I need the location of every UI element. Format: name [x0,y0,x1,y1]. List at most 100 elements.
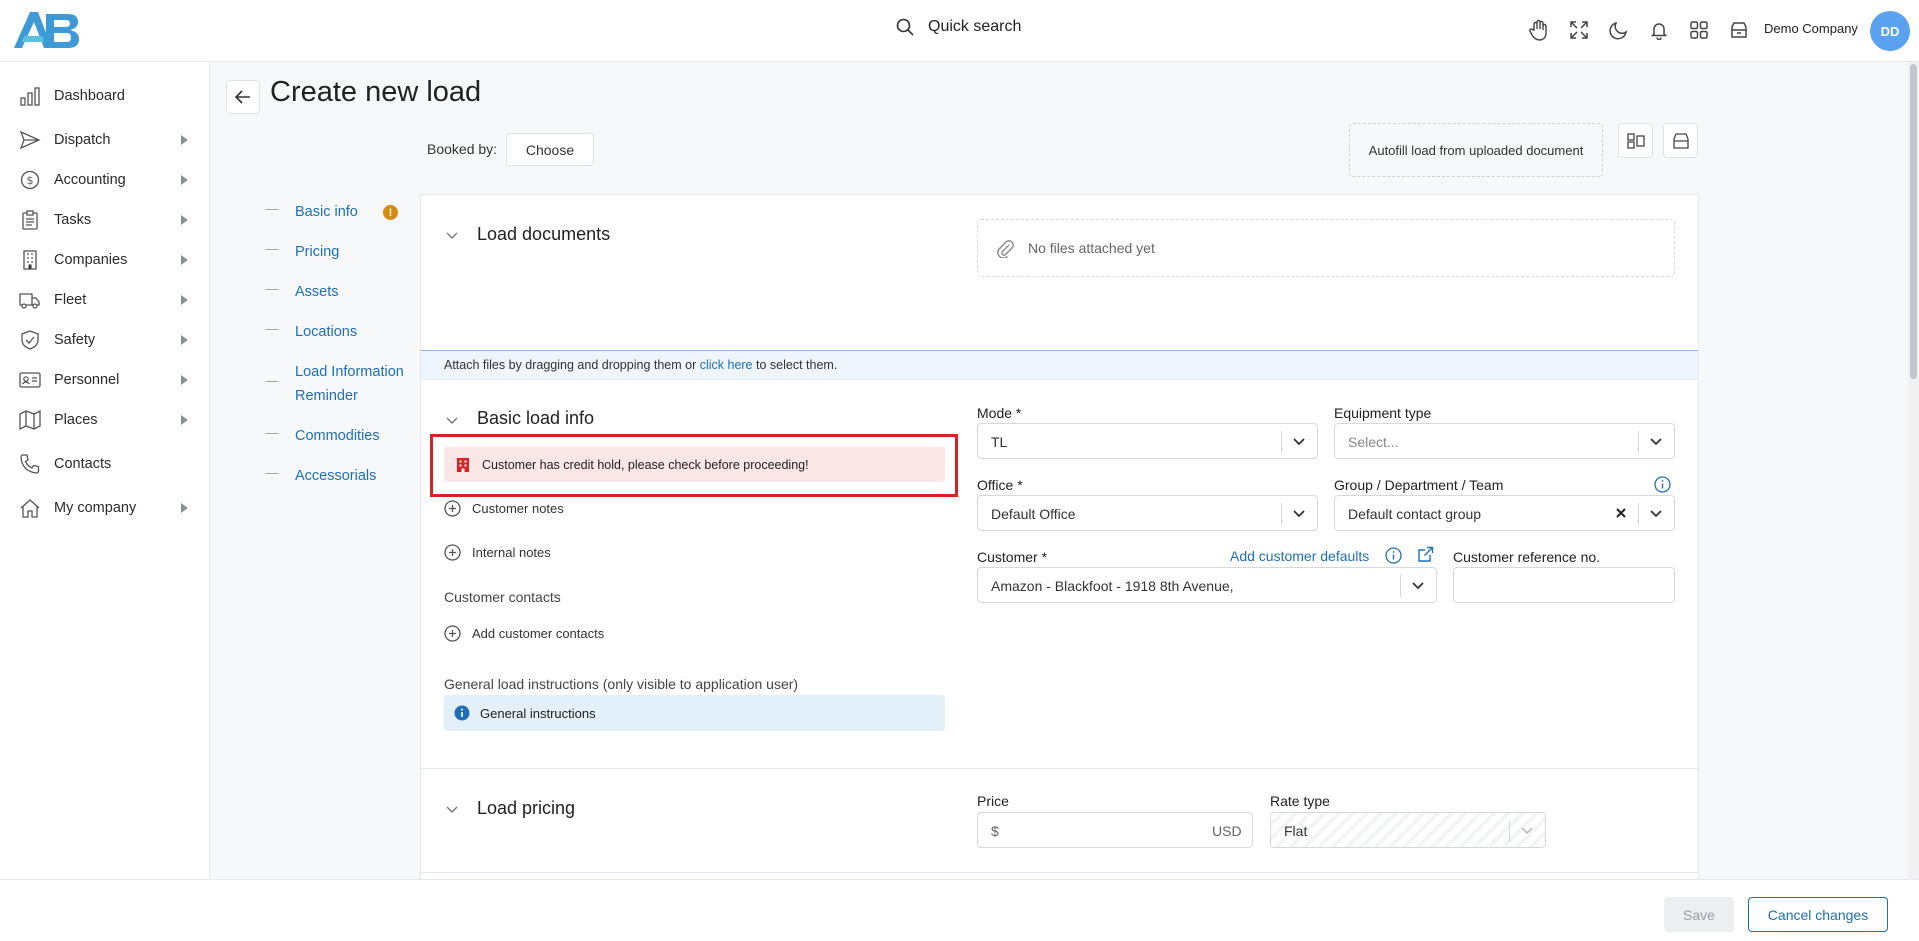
customer-select[interactable]: Amazon - Blackfoot - 1918 8th Avenue, [977,567,1437,603]
truck-icon [19,290,41,310]
search-icon [896,18,914,36]
fullscreen-icon[interactable] [1559,16,1599,44]
hand-icon[interactable] [1519,16,1559,44]
sidebar-item-dashboard[interactable]: Dashboard [0,78,210,114]
caret-right-icon [181,503,188,513]
chevron-down-icon[interactable] [445,413,459,427]
save-button[interactable]: Save [1664,897,1734,932]
info-icon [454,705,470,721]
internal-notes-toggle[interactable]: Internal notes [444,544,551,561]
home-icon [19,498,41,518]
sidebar-item-safety[interactable]: Safety [0,322,210,358]
section-divider [421,768,1698,769]
warning-badge: ! [383,205,398,220]
customer-contacts-label: Customer contacts [444,589,561,605]
plus-circle-icon [444,500,461,517]
archive-icon[interactable] [1719,16,1759,44]
archive-button[interactable] [1663,123,1698,158]
sidebar-item-places[interactable]: Places [0,402,210,438]
quick-search[interactable]: Quick search [896,18,1021,36]
group-department-team-select[interactable]: Default contact group [1334,495,1675,531]
clear-icon[interactable] [1615,507,1627,519]
sidebar-item-label: Places [54,412,98,428]
sidebar-item-label: Fleet [54,292,87,308]
load-pricing-title: Load pricing [477,798,576,818]
layout-toggle-button[interactable] [1618,123,1653,158]
chevron-down-icon[interactable] [445,228,459,242]
chevron-down-icon[interactable] [445,802,459,816]
basic-load-info-title: Basic load info [477,408,595,428]
arrow-left-icon [235,90,251,104]
company-name[interactable]: Demo Company [1764,21,1858,36]
mode-label: Mode * [977,405,1022,421]
phone-icon [19,454,41,474]
plus-circle-icon [444,544,461,561]
back-button[interactable] [226,80,260,114]
rate-type-label: Rate type [1270,793,1330,809]
chevron-down-icon [1650,437,1662,447]
customer-label: Customer * [977,549,1048,565]
mode-select[interactable]: TL [977,423,1318,459]
sidebar-item-label: Personnel [54,372,120,388]
general-instructions-box[interactable]: General instructions [444,695,945,731]
chevron-down-icon [1412,581,1424,591]
sidebar-item-tasks[interactable]: Tasks [0,202,210,238]
cancel-changes-button[interactable]: Cancel changes [1748,897,1888,932]
choose-booked-by-button[interactable]: Choose [506,133,594,166]
sidebar-item-personnel[interactable]: Personnel [0,362,210,398]
caret-right-icon [181,255,188,265]
archive-icon [1672,132,1690,149]
info-icon[interactable] [1385,547,1402,564]
office-select[interactable]: Default Office [977,495,1318,531]
user-avatar[interactable]: DD [1870,11,1910,51]
page-scrollbar[interactable] [1908,62,1919,879]
chart-bars-icon [19,86,41,106]
caret-right-icon [181,215,188,225]
price-input[interactable]: $ USD [977,812,1253,848]
paperclip-icon [996,238,1014,258]
credit-hold-alert: Customer has credit hold, please check b… [444,447,945,482]
click-here-link[interactable]: click here [700,358,753,372]
clipboard-icon [19,210,41,230]
bell-icon[interactable] [1639,16,1679,44]
sidebar-item-label: My company [54,500,137,516]
sidebar-item-accounting[interactable]: $ Accounting [0,162,210,198]
sidebar-item-my-company[interactable]: My company [0,490,210,526]
attach-files-bar: Attach files by dragging and dropping th… [421,350,1698,380]
apps-grid-icon[interactable] [1679,16,1719,44]
office-label: Office * [977,477,1023,493]
sidebar-item-label: Tasks [54,212,92,228]
general-instructions-label: General load instructions (only visible … [444,676,799,692]
sidebar-item-contacts[interactable]: Contacts [0,446,210,482]
moon-icon[interactable] [1599,16,1639,44]
chevron-down-icon [1293,509,1305,519]
building-alert-icon [456,457,470,473]
external-link-icon[interactable] [1417,546,1434,563]
layout-icon [1626,132,1645,149]
scrollbar-thumb[interactable] [1910,64,1917,379]
sidebar-item-fleet[interactable]: Fleet [0,282,210,318]
info-icon[interactable] [1654,476,1671,493]
autofill-from-document-button[interactable]: Autofill load from uploaded document [1349,123,1603,177]
shield-icon [19,330,41,350]
chevron-down-icon [1521,826,1533,836]
app-logo[interactable] [12,8,80,52]
customer-notes-toggle[interactable]: Customer notes [444,500,564,517]
equipment-type-select[interactable]: Select... [1334,423,1675,459]
file-drop-zone[interactable]: No files attached yet [977,219,1675,277]
building-icon [19,250,41,270]
caret-right-icon [181,375,188,385]
quick-search-label: Quick search [928,18,1022,35]
svg-text:$: $ [27,174,34,187]
page-title: Create new load [270,76,482,108]
rate-type-select[interactable]: Flat [1270,812,1546,848]
sidebar-item-companies[interactable]: Companies [0,242,210,278]
section-divider [421,872,1698,873]
chevron-down-icon [1293,437,1305,447]
add-customer-contacts-button[interactable]: Add customer contacts [444,625,604,642]
load-form-card: Load documents No files attached yet Att… [420,194,1699,879]
add-customer-defaults-link[interactable]: Add customer defaults [1230,548,1369,564]
customer-reference-input[interactable] [1453,567,1675,603]
price-label: Price [977,793,1009,809]
sidebar-item-dispatch[interactable]: Dispatch [0,122,210,158]
